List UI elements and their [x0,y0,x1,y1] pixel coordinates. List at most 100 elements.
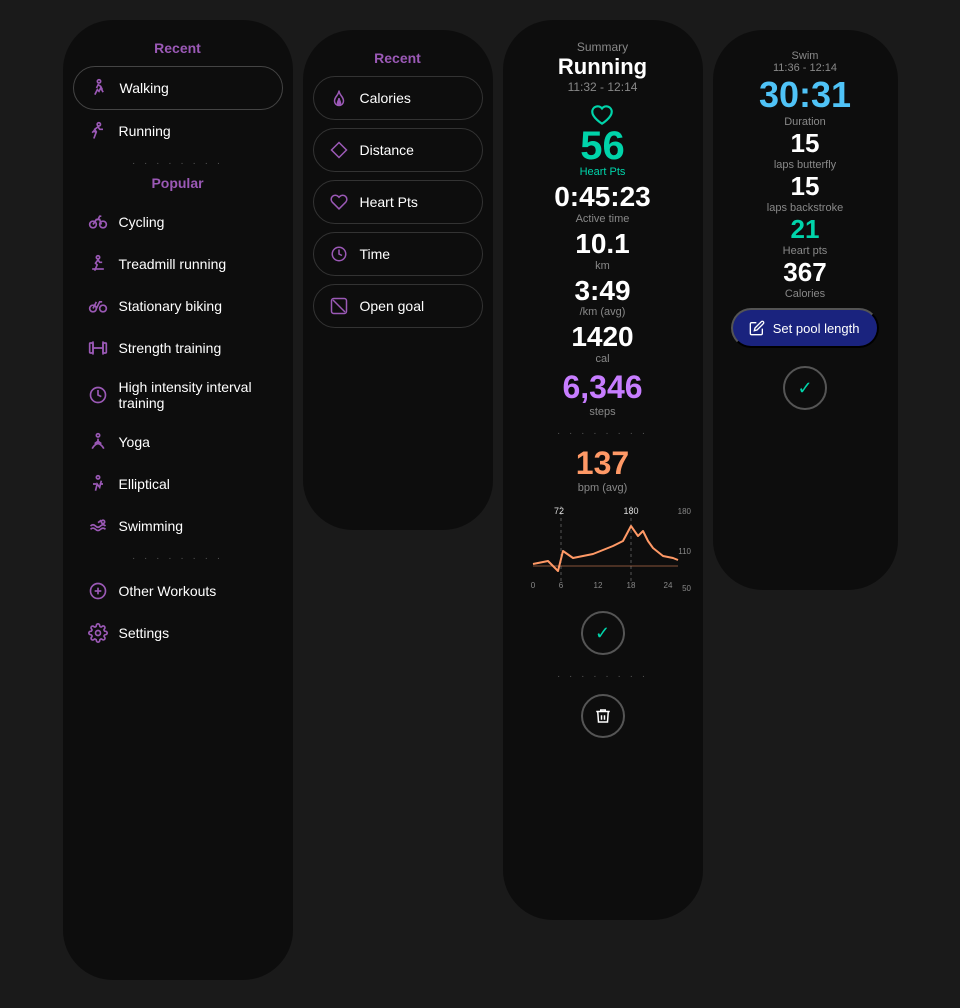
bottom-separator: · · · · · · · · [557,671,648,682]
swim-confirm-button[interactable]: ✓ [783,366,827,410]
workout-item-running[interactable]: Running [73,110,283,152]
stationary-biking-icon [87,295,109,317]
hiit-icon [87,384,109,406]
workout-item-elliptical[interactable]: Elliptical [73,463,283,505]
swim-heart-pts-value: 21 [791,214,820,245]
swimming-icon [87,515,109,537]
activity-time-range: 11:32 - 12:14 [568,80,638,94]
other-workouts-icon [87,580,109,602]
laps-butterfly-value: 15 [791,128,820,159]
swim-activity-label: Swim [792,50,819,62]
swim-duration-value: 30:31 [759,74,851,116]
bpm-label: bpm (avg) [578,482,628,494]
stationary-biking-label: Stationary biking [119,298,223,314]
popular-section-title: Popular [151,175,203,191]
running-icon [87,120,109,142]
workout-item-walking[interactable]: Walking [73,66,283,110]
set-pool-length-button[interactable]: Set pool length [731,308,880,348]
steps-label: steps [589,406,615,418]
set-pool-label: Set pool length [773,321,860,336]
separator-1: · · · · · · · · [132,158,223,169]
goal-open[interactable]: Open goal [313,284,483,328]
heart-rate-chart: 180 110 50 72 180 0 6 12 18 24 [513,506,693,601]
elliptical-icon [87,473,109,495]
swim-calories-value: 367 [783,257,826,288]
laps-backstroke-label: laps backstroke [767,202,843,214]
goal-distance[interactable]: Distance [313,128,483,172]
goal-heart-pts[interactable]: Heart Pts [313,180,483,224]
svg-text:24: 24 [663,581,672,590]
goal-time[interactable]: Time [313,232,483,276]
heart-icon [589,104,615,126]
svg-text:50: 50 [682,584,691,593]
cycling-icon [87,211,109,233]
treadmill-icon [87,253,109,275]
treadmill-label: Treadmill running [119,256,227,272]
svg-text:12: 12 [593,581,602,590]
distance-value: 10.1 [575,229,630,260]
heart-pts-value: 56 [580,126,625,166]
confirm-button[interactable]: ✓ [581,611,625,655]
separator-2: · · · · · · · · [132,553,223,564]
workout-item-cycling[interactable]: Cycling [73,201,283,243]
svg-text:110: 110 [678,547,691,556]
calories-icon [328,87,350,109]
settings-label: Settings [119,625,170,641]
active-time-value: 0:45:23 [554,182,651,213]
swim-heart-pts-label: Heart pts [783,245,828,257]
distance-label: km [595,260,610,272]
hiit-label: High intensity interval training [119,379,269,411]
swim-summary-panel: Swim 11:36 - 12:14 30:31 Duration 15 lap… [713,30,898,590]
calories-value: 1420 [571,322,633,353]
distance-icon [328,139,350,161]
pace-label: /km (avg) [580,306,626,318]
goal-calories[interactable]: Calories [313,76,483,120]
workout-list-panel: Recent Walking Running · · · · · · · · P… [63,20,293,980]
svg-text:72: 72 [553,506,563,516]
calories-goal-label: Calories [360,90,411,106]
time-icon [328,243,350,265]
time-goal-label: Time [360,246,391,262]
other-workouts-label: Other Workouts [119,583,217,599]
workout-item-swimming[interactable]: Swimming [73,505,283,547]
svg-text:180: 180 [623,506,638,516]
edit-icon [749,320,765,336]
trash-icon [594,707,612,725]
swim-calories-label: Calories [785,288,825,300]
cycling-label: Cycling [119,214,165,230]
swimming-label: Swimming [119,518,184,534]
workout-item-stationary-biking[interactable]: Stationary biking [73,285,283,327]
workout-item-hiit[interactable]: High intensity interval training [73,369,283,421]
svg-text:18: 18 [626,581,635,590]
activity-title: Running [558,54,647,80]
workout-item-yoga[interactable]: Yoga [73,421,283,463]
workout-item-other[interactable]: Other Workouts [73,570,283,612]
distance-goal-label: Distance [360,142,414,158]
running-summary-panel: Summary Running 11:32 - 12:14 56 Heart P… [503,20,703,920]
goals-recent-title: Recent [374,50,421,66]
workout-item-treadmill[interactable]: Treadmill running [73,243,283,285]
laps-butterfly-label: laps butterfly [774,159,836,171]
heart-pts-label: Heart Pts [580,166,626,178]
yoga-label: Yoga [119,434,150,450]
strength-label: Strength training [119,340,222,356]
summary-separator: · · · · · · · · [557,428,648,439]
summary-header: Summary [577,40,628,54]
open-goal-label: Open goal [360,298,425,314]
running-label: Running [119,123,171,139]
calories-label: cal [595,353,609,365]
settings-icon [87,622,109,644]
svg-text:6: 6 [558,581,563,590]
walking-label: Walking [120,80,169,96]
chart-svg: 180 110 50 72 180 0 6 12 18 24 [523,506,693,596]
recent-section-title: Recent [154,40,201,56]
active-time-label: Active time [576,213,630,225]
workout-item-settings[interactable]: Settings [73,612,283,654]
workout-item-strength[interactable]: Strength training [73,327,283,369]
delete-button[interactable] [581,694,625,738]
bpm-value: 137 [576,445,629,482]
svg-text:0: 0 [530,581,535,590]
yoga-icon [87,431,109,453]
laps-backstroke-value: 15 [791,171,820,202]
swim-time-range: 11:36 - 12:14 [773,62,837,74]
